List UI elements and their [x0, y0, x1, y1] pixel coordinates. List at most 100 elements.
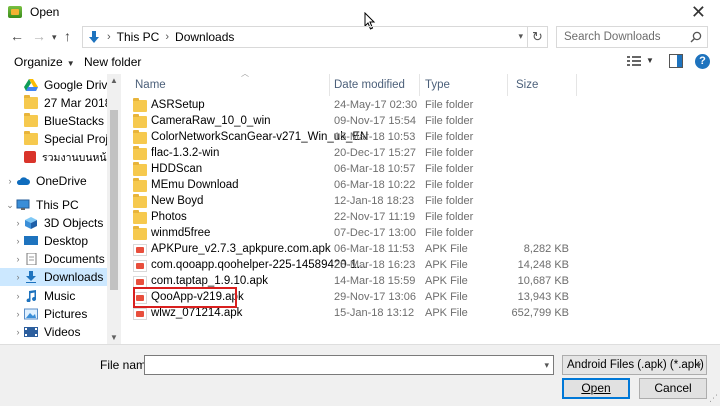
sidebar-item-special-project[interactable]: Special Project	[0, 130, 121, 148]
expand-chevron-icon[interactable]: ›	[12, 272, 24, 282]
expand-chevron-icon[interactable]: ›	[12, 218, 24, 228]
new-folder-button[interactable]: New folder	[84, 55, 141, 69]
file-date: 06-Mar-18 10:22	[334, 179, 416, 191]
downloads-icon	[26, 271, 36, 283]
file-name: CameraRaw_10_0_win	[151, 115, 271, 127]
help-icon[interactable]: ?	[695, 54, 710, 69]
column-header-date-modified[interactable]: Date modified	[334, 74, 422, 96]
file-row[interactable]: wlwz_071214.apk 15-Jan-18 13:12 APK File…	[129, 306, 579, 322]
file-row[interactable]: APKPure_v2.7.3_apkpure.com.apk 06-Mar-18…	[129, 242, 579, 258]
forward-arrow-icon[interactable]: →	[32, 28, 46, 44]
recent-locations-chevron-icon[interactable]: ▾	[52, 32, 57, 43]
file-name: Photos	[151, 211, 187, 223]
file-type: APK File	[425, 291, 468, 303]
file-name: com.taptap_1.9.10.apk	[151, 275, 268, 287]
file-type: APK File	[425, 307, 468, 319]
file-date: 22-Nov-17 11:19	[334, 211, 416, 223]
sidebar-scrollbar[interactable]: ▲ ▼	[107, 74, 121, 344]
sidebar-item-screen-recordings[interactable]: รวมงานบนหน้าจอ	[0, 148, 121, 166]
column-header-size[interactable]: Size	[516, 74, 576, 96]
scroll-up-icon[interactable]: ▲	[110, 76, 118, 85]
sidebar-item-bluestacks[interactable]: BlueStacks	[0, 112, 107, 130]
sidebar-item-this-pc[interactable]: ⌄ This PC	[0, 196, 107, 214]
file-type: File folder	[425, 115, 474, 127]
file-row[interactable]: ColorNetworkScanGear-v271_Win_uk_EN 15-M…	[129, 130, 579, 146]
file-row[interactable]: Photos 22-Nov-17 11:19 File folder	[129, 210, 579, 226]
file-row[interactable]: flac-1.3.2-win 20-Dec-17 15:27 File fold…	[129, 146, 579, 162]
change-view-icon[interactable]	[627, 55, 641, 67]
sidebar-item-videos[interactable]: › Videos	[0, 323, 107, 341]
search-input[interactable]: Search Downloads	[564, 31, 661, 43]
file-row[interactable]: com.qooapp.qoohelper-225-14589420-1... 2…	[129, 258, 579, 274]
breadcrumb-downloads[interactable]: Downloads	[175, 30, 234, 44]
search-icon[interactable]	[690, 31, 702, 43]
resize-grip-icon[interactable]: ⋰	[709, 393, 718, 404]
cancel-button[interactable]: Cancel	[639, 378, 707, 399]
file-type-filter-select[interactable]: Android Files (.apk) (*.apk) ▾	[562, 355, 707, 375]
sidebar-item-google-drive[interactable]: Google Drive 📌	[0, 76, 121, 94]
back-arrow-icon[interactable]: ←	[10, 28, 24, 44]
file-row[interactable]: ASRSetup 24-May-17 02:30 File folder	[129, 98, 579, 114]
file-type: File folder	[425, 227, 474, 239]
file-row[interactable]: MEmu Download 06-Mar-18 10:22 File folde…	[129, 178, 579, 194]
search-box[interactable]: Search Downloads	[556, 26, 708, 48]
close-icon[interactable]: ✕	[691, 2, 706, 23]
file-name: APKPure_v2.7.3_apkpure.com.apk	[151, 243, 331, 255]
open-button[interactable]: Open	[562, 378, 630, 399]
file-row[interactable]: CameraRaw_10_0_win 09-Nov-17 15:54 File …	[129, 114, 579, 130]
sidebar-item-desktop[interactable]: › Desktop	[0, 232, 107, 250]
file-name: wlwz_071214.apk	[151, 307, 243, 319]
sidebar-item-3d-objects[interactable]: › 3D Objects	[0, 214, 107, 232]
address-dropdown-icon[interactable]: ▾	[518, 31, 523, 42]
sidebar-item-label: Desktop	[44, 234, 89, 248]
file-date: 15-Mar-18 10:53	[334, 131, 416, 143]
sidebar-item-music[interactable]: › Music	[0, 287, 107, 305]
folder-icon	[133, 130, 147, 144]
scrollbar-thumb[interactable]	[110, 110, 118, 290]
sidebar-item-pictures[interactable]: › Pictures	[0, 305, 107, 323]
expand-chevron-icon[interactable]: ›	[12, 309, 24, 319]
folder-icon	[133, 98, 147, 112]
file-type: File folder	[425, 211, 474, 223]
column-separator[interactable]	[576, 74, 577, 96]
address-bar[interactable]: › This PC › Downloads ▾ ↻	[82, 26, 548, 48]
file-row[interactable]: winmd5free 07-Dec-17 13:00 File folder	[129, 226, 579, 242]
refresh-icon[interactable]: ↻	[527, 27, 547, 47]
scroll-down-icon[interactable]: ▼	[110, 333, 118, 342]
column-separator[interactable]	[419, 74, 420, 96]
music-icon	[26, 290, 37, 302]
up-arrow-icon[interactable]: ↑	[64, 28, 71, 44]
file-row[interactable]: HDDScan 06-Mar-18 10:57 File folder	[129, 162, 579, 178]
expand-chevron-icon[interactable]: ›	[12, 236, 24, 246]
column-separator[interactable]	[329, 74, 330, 96]
sidebar-item-documents[interactable]: › Documents	[0, 250, 107, 268]
file-name: MEmu Download	[151, 179, 239, 191]
column-separator[interactable]	[507, 74, 508, 96]
sidebar-item-label: This PC	[36, 198, 79, 212]
breadcrumb-this-pc[interactable]: This PC	[117, 30, 160, 44]
sidebar-item-27-mar-2018[interactable]: 27 Mar 2018	[0, 94, 111, 112]
navigation-bar: ← → ▾ ↑ › This PC › Downloads ▾ ↻ Search…	[0, 26, 720, 48]
column-header-type[interactable]: Type	[425, 74, 509, 96]
organize-button[interactable]: Organize ▼	[14, 55, 75, 69]
file-row[interactable]: New Boyd 12-Jan-18 18:23 File folder	[129, 194, 579, 210]
organize-dropdown-icon: ▼	[66, 59, 75, 68]
expand-chevron-icon[interactable]: ›	[4, 176, 16, 186]
file-name: New Boyd	[151, 195, 204, 207]
breadcrumb-separator-icon: ›	[165, 31, 170, 43]
collapse-chevron-icon[interactable]: ⌄	[4, 200, 16, 211]
sidebar-item-downloads[interactable]: › Downloads	[0, 268, 107, 286]
expand-chevron-icon[interactable]: ›	[12, 291, 24, 301]
expand-chevron-icon[interactable]: ›	[12, 327, 24, 337]
view-dropdown-icon[interactable]: ▼	[646, 56, 654, 65]
folder-icon	[133, 146, 147, 160]
expand-chevron-icon[interactable]: ›	[12, 254, 24, 264]
file-name-dropdown-icon[interactable]: ▾	[544, 360, 549, 371]
preview-pane-icon[interactable]	[669, 54, 683, 68]
file-type: File folder	[425, 147, 474, 159]
sidebar-item-label: OneDrive	[36, 174, 87, 188]
breadcrumb-separator-icon: ›	[107, 31, 111, 43]
file-name-input[interactable]: ▾	[144, 355, 554, 375]
sidebar-item-onedrive[interactable]: › OneDrive	[0, 172, 107, 190]
column-header-name[interactable]: Name ︿	[135, 69, 331, 96]
